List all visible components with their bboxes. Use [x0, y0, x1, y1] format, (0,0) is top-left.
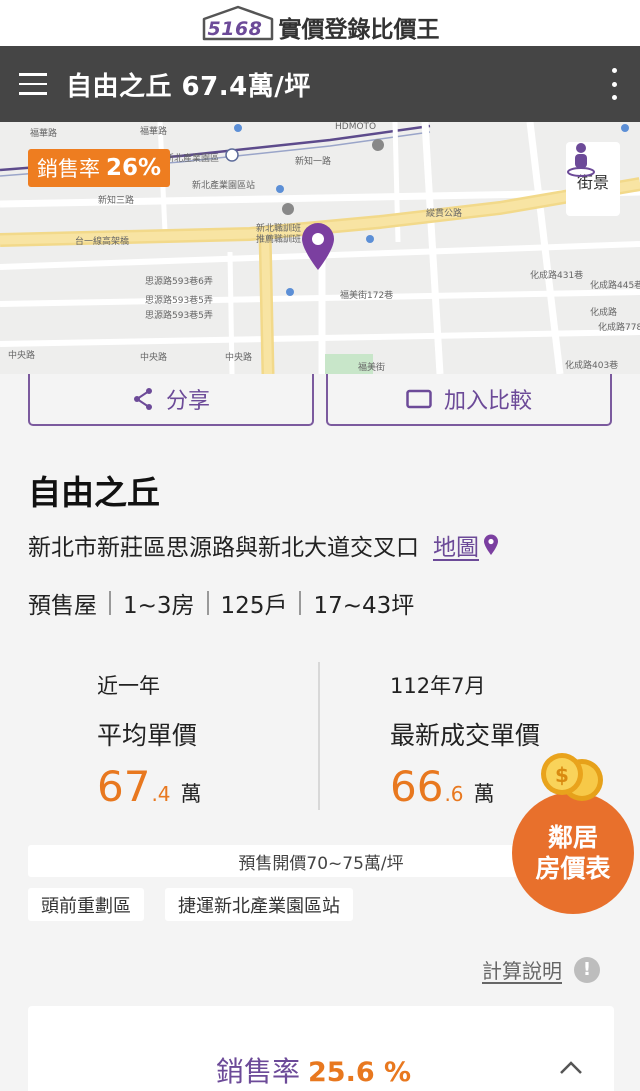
map-link[interactable]: 地圖 [433, 528, 479, 562]
sales-rate-label: 銷售率 [216, 1055, 301, 1088]
share-icon [132, 387, 154, 411]
logo-number: 5168 [207, 18, 263, 40]
map-label: HDMOTO [335, 122, 377, 132]
meta-divider [299, 591, 302, 615]
chevron-up-icon[interactable] [558, 1060, 584, 1076]
map-view[interactable]: 福華路 福華路 新北產業園區 新北產業園區站 新知一路 新知三路 台一線高架橋 … [0, 122, 640, 374]
average-price-dec: .4 [151, 782, 171, 806]
neighbor-price-circle: 鄰居 房價表 [512, 792, 634, 914]
project-meta: 預售屋 1~3房 125戶 17~43坪 [28, 586, 414, 620]
map-label: 中央路 [140, 353, 168, 363]
meta-divider [206, 591, 209, 615]
map-label: 化成路 [590, 308, 618, 318]
neighbor-line1: 鄰居 [547, 822, 598, 852]
map-label: 思源路593巷5弄 [145, 311, 213, 321]
map-marker-icon[interactable] [483, 534, 499, 556]
tag-chip[interactable]: 頭前重劃區 [28, 888, 144, 921]
logo-house-icon: 5168 [201, 5, 275, 41]
average-price-unit: 萬 [180, 782, 202, 806]
latest-price-unit: 萬 [473, 782, 495, 806]
project-address: 新北市新莊區思源路與新北大道交叉口 [28, 535, 419, 561]
sales-rate-value: 25.6 % [308, 1057, 412, 1088]
app-bar: 自由之丘 67.4萬/坪 [0, 46, 640, 122]
price-divider [318, 662, 320, 810]
action-row: 分享 加入比較 [0, 374, 640, 430]
map-label: 福美街172巷 [340, 291, 394, 301]
map-label: 新北產業園區 [165, 154, 220, 164]
sales-rate-badge: 銷售率 26% [28, 149, 171, 187]
calc-explain-link[interactable]: 計算說明 [482, 955, 562, 984]
meta-units: 125戶 [220, 593, 288, 619]
average-price-int: 67 [97, 762, 151, 811]
page-title: 自由之丘 67.4萬/坪 [66, 71, 311, 102]
map-label: 縱貫公路 [426, 209, 463, 219]
meta-rooms: 1~3房 [123, 593, 195, 619]
map-label: 化成路445巷 [590, 281, 640, 291]
logo-bar: 5168 實價登錄比價王 [0, 0, 640, 46]
latest-price-period: 112年7月 [390, 674, 486, 698]
map-label: 化成路431巷 [530, 271, 584, 281]
address-row: 新北市新莊區思源路與新北大道交叉口 地圖 [28, 528, 499, 562]
coins-icon: $ [541, 753, 603, 801]
more-vert-icon [611, 68, 617, 73]
map-label: 台一線高架橋 [75, 237, 130, 247]
meta-size: 17~43坪 [313, 593, 415, 619]
average-price-block: 近一年 平均單價 67 .4 萬 [97, 670, 202, 811]
project-name: 自由之丘 [28, 473, 160, 512]
add-compare-button[interactable]: 加入比較 [326, 374, 612, 426]
svg-text:$: $ [555, 763, 569, 787]
tag-chip[interactable]: 捷運新北產業園區站 [165, 888, 353, 921]
map-label: 思源路593巷5弄 [145, 296, 213, 306]
latest-price-int: 66 [390, 762, 444, 811]
latest-price-label: 最新成交單價 [390, 721, 541, 750]
meta-type: 預售屋 [28, 593, 97, 619]
info-exclamation-icon[interactable]: ! [574, 956, 600, 983]
map-label: 化成路778 [598, 323, 640, 333]
latest-price-dec: .6 [444, 782, 464, 806]
calc-explain-row: 計算說明 ! [482, 955, 600, 984]
map-label: 新知一路 [295, 157, 332, 167]
average-price-label: 平均單價 [97, 721, 198, 750]
compare-box-icon [406, 389, 432, 409]
map-label: 中央路 [8, 351, 36, 361]
map-label: 福華路 [30, 129, 58, 139]
map-label: 化成路403巷 [565, 361, 619, 371]
menu-button[interactable] [0, 46, 66, 122]
add-compare-label: 加入比較 [443, 389, 532, 414]
sales-rate-badge-value: 26% [106, 155, 162, 181]
pegman-icon [567, 143, 595, 177]
meta-divider [109, 591, 111, 615]
average-price-value: 67 .4 萬 [97, 762, 202, 811]
street-view-button[interactable]: 街景 [566, 142, 620, 216]
hamburger-icon [19, 73, 47, 76]
more-options-button[interactable] [608, 68, 620, 100]
share-label: 分享 [165, 389, 210, 414]
map-label: 福美街 [358, 363, 386, 373]
map-label: 思源路593巷6弄 [145, 277, 213, 287]
map-label: 福華路 [140, 127, 168, 137]
neighbor-price-button[interactable]: 鄰居 房價表 $ [512, 752, 640, 914]
map-label: 中央路 [225, 353, 253, 363]
share-button[interactable]: 分享 [28, 374, 314, 426]
average-price-period: 近一年 [97, 674, 160, 698]
sales-rate-card[interactable]: 銷售率 25.6 % [28, 1006, 614, 1091]
sales-rate-badge-label: 銷售率 [37, 157, 100, 181]
neighbor-line2: 房價表 [535, 854, 611, 883]
logo-name: 實價登錄比價王 [278, 17, 440, 43]
map-label: 新北產業園區站 [192, 181, 256, 191]
map-label: 新知三路 [98, 196, 135, 206]
sales-rate-summary: 銷售率 25.6 % [216, 1050, 411, 1090]
